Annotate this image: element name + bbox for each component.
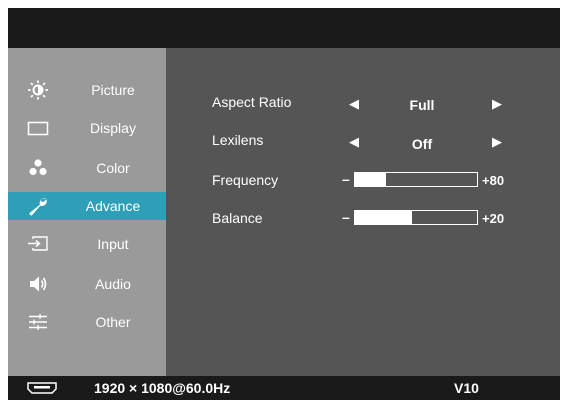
display-icon: [26, 118, 50, 138]
balance-slider[interactable]: [354, 210, 478, 225]
sidebar-item-label: Input: [97, 236, 129, 252]
firmware-version: V10: [454, 380, 479, 396]
sidebar-item-label: Display: [90, 120, 136, 136]
aspect-ratio-label: Aspect Ratio: [212, 94, 292, 110]
left-arrow-icon[interactable]: ◀: [349, 134, 359, 150]
wrench-icon: [26, 196, 50, 216]
speaker-icon: [26, 274, 50, 294]
lexilens-label: Lexilens: [212, 132, 264, 148]
sidebar-item-input[interactable]: Input: [8, 230, 166, 258]
sidebar-item-label: Other: [95, 314, 131, 330]
color-dots-icon: [26, 158, 50, 178]
sidebar-item-display[interactable]: Display: [8, 114, 166, 142]
sidebar-item-label: Picture: [91, 82, 135, 98]
balance-label: Balance: [212, 210, 263, 226]
frequency-value: +80: [482, 173, 505, 188]
resolution-text: 1920 × 1080@60.0Hz: [94, 380, 231, 396]
osd-menu: Picture Display Color Advance Input Audi…: [8, 8, 560, 400]
balance-slider-fill: [355, 211, 412, 224]
right-arrow-icon[interactable]: ▶: [492, 134, 502, 150]
osd-top-bar: [8, 8, 560, 48]
status-footer: 1920 × 1080@60.0Hz V10: [8, 376, 560, 400]
balance-value: +20: [482, 211, 505, 226]
frequency-slider-fill: [355, 173, 386, 186]
left-arrow-icon[interactable]: ◀: [349, 96, 359, 112]
right-arrow-icon[interactable]: ▶: [492, 96, 502, 112]
sidebar-item-other[interactable]: Other: [8, 308, 166, 336]
balance-minus: –: [342, 209, 350, 225]
brightness-icon: [26, 80, 50, 100]
frequency-slider[interactable]: [354, 172, 478, 187]
sidebar-item-label: Audio: [95, 276, 131, 292]
sidebar-item-color[interactable]: Color: [8, 154, 166, 182]
sidebar-item-label: Color: [96, 160, 130, 176]
sidebar-item-label: Advance: [85, 198, 141, 214]
aspect-ratio-value: Full: [409, 97, 435, 113]
advance-settings-panel: Aspect Ratio ◀ Full ▶ Lexilens ◀ Off ▶ F…: [166, 48, 560, 376]
sidebar-item-audio[interactable]: Audio: [8, 270, 166, 298]
sliders-icon: [26, 312, 50, 332]
sidebar-item-advance[interactable]: Advance: [8, 192, 166, 220]
hdmi-port-icon: [26, 381, 58, 395]
input-icon: [26, 234, 50, 254]
lexilens-value: Off: [411, 136, 433, 152]
frequency-label: Frequency: [212, 172, 279, 188]
sidebar-item-picture[interactable]: Picture: [8, 76, 166, 104]
frequency-minus: –: [342, 171, 350, 187]
osd-sidebar: Picture Display Color Advance Input Audi…: [8, 48, 166, 376]
